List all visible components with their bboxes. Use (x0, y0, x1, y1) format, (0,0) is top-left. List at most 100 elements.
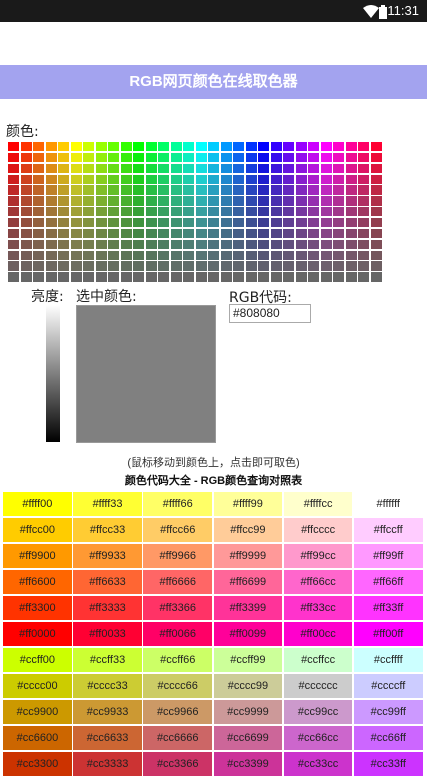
palette-swatch[interactable] (83, 163, 94, 174)
palette-swatch[interactable] (158, 196, 169, 206)
palette-swatch[interactable] (245, 250, 257, 260)
color-code-cell[interactable]: #ff0000 (3, 622, 72, 646)
palette-swatch[interactable] (233, 163, 244, 174)
palette-swatch[interactable] (70, 272, 82, 282)
color-code-cell[interactable]: #ccffff (353, 648, 423, 672)
palette-swatch[interactable] (33, 163, 44, 174)
palette-swatch[interactable] (258, 185, 269, 195)
palette-swatch[interactable] (95, 163, 107, 174)
brightness-slider[interactable] (46, 305, 60, 442)
palette-swatch[interactable] (220, 272, 232, 282)
palette-swatch[interactable] (20, 185, 32, 195)
palette-swatch[interactable] (70, 174, 82, 184)
palette-swatch[interactable] (108, 142, 119, 152)
palette-swatch[interactable] (120, 163, 132, 174)
color-code-cell[interactable]: #cccc00 (3, 674, 72, 698)
palette-swatch[interactable] (295, 250, 307, 260)
palette-swatch[interactable] (20, 250, 32, 260)
palette-swatch[interactable] (45, 217, 57, 228)
palette-swatch[interactable] (233, 152, 244, 163)
palette-swatch[interactable] (258, 272, 269, 282)
palette-swatch[interactable] (20, 228, 32, 239)
palette-swatch[interactable] (33, 152, 44, 163)
palette-swatch[interactable] (83, 142, 94, 152)
palette-swatch[interactable] (145, 196, 157, 206)
palette-swatch[interactable] (158, 239, 169, 249)
palette-swatch[interactable] (370, 272, 382, 282)
palette-swatch[interactable] (308, 196, 319, 206)
color-code-cell[interactable]: #ffff33 (73, 492, 142, 516)
palette-swatch[interactable] (195, 142, 207, 152)
palette-swatch[interactable] (358, 207, 369, 217)
palette-swatch[interactable] (245, 261, 257, 271)
color-code-cell[interactable]: #cc9999 (213, 700, 283, 724)
color-code-cell[interactable]: #ff99cc (283, 544, 353, 568)
palette-swatch[interactable] (70, 207, 82, 217)
color-code-cell[interactable]: #ff00cc (283, 622, 353, 646)
palette-swatch[interactable] (95, 239, 107, 249)
palette-swatch[interactable] (70, 228, 82, 239)
palette-swatch[interactable] (133, 174, 144, 184)
palette-swatch[interactable] (308, 217, 319, 228)
palette-swatch[interactable] (183, 142, 194, 152)
palette-swatch[interactable] (245, 174, 257, 184)
palette-swatch[interactable] (295, 174, 307, 184)
color-code-cell[interactable]: #ffcc33 (73, 518, 142, 542)
palette-swatch[interactable] (83, 272, 94, 282)
palette-swatch[interactable] (220, 174, 232, 184)
color-code-cell[interactable]: #ccffcc (283, 648, 353, 672)
palette-swatch[interactable] (33, 196, 44, 206)
palette-swatch[interactable] (133, 207, 144, 217)
palette-swatch[interactable] (308, 174, 319, 184)
palette-swatch[interactable] (195, 185, 207, 195)
color-code-cell[interactable]: #ff9999 (213, 544, 283, 568)
palette-swatch[interactable] (258, 152, 269, 163)
color-code-cell[interactable]: #cc33cc (283, 752, 353, 776)
palette-swatch[interactable] (295, 217, 307, 228)
palette-swatch[interactable] (358, 239, 369, 249)
palette-swatch[interactable] (58, 185, 69, 195)
color-code-cell[interactable]: #ff9933 (73, 544, 142, 568)
palette-swatch[interactable] (108, 185, 119, 195)
palette-swatch[interactable] (370, 174, 382, 184)
palette-swatch[interactable] (270, 239, 282, 249)
palette-swatch[interactable] (245, 239, 257, 249)
palette-swatch[interactable] (270, 196, 282, 206)
palette-swatch[interactable] (220, 217, 232, 228)
palette-swatch[interactable] (33, 207, 44, 217)
palette-swatch[interactable] (183, 174, 194, 184)
palette-swatch[interactable] (233, 228, 244, 239)
palette-swatch[interactable] (133, 163, 144, 174)
palette-swatch[interactable] (295, 207, 307, 217)
palette-swatch[interactable] (245, 272, 257, 282)
palette-swatch[interactable] (45, 261, 57, 271)
palette-swatch[interactable] (245, 217, 257, 228)
palette-swatch[interactable] (133, 152, 144, 163)
palette-swatch[interactable] (133, 250, 144, 260)
palette-swatch[interactable] (183, 152, 194, 163)
palette-swatch[interactable] (170, 250, 182, 260)
palette-swatch[interactable] (308, 207, 319, 217)
palette-swatch[interactable] (320, 152, 332, 163)
palette-swatch[interactable] (283, 174, 294, 184)
palette-swatch[interactable] (308, 261, 319, 271)
palette-swatch[interactable] (358, 250, 369, 260)
palette-swatch[interactable] (320, 217, 332, 228)
palette-swatch[interactable] (183, 217, 194, 228)
color-code-cell[interactable]: #ff0066 (143, 622, 213, 646)
palette-swatch[interactable] (258, 142, 269, 152)
palette-swatch[interactable] (145, 272, 157, 282)
palette-swatch[interactable] (45, 207, 57, 217)
palette-swatch[interactable] (133, 142, 144, 152)
palette-swatch[interactable] (208, 152, 219, 163)
palette-swatch[interactable] (33, 261, 44, 271)
palette-swatch[interactable] (233, 217, 244, 228)
palette-swatch[interactable] (45, 142, 57, 152)
palette-swatch[interactable] (283, 239, 294, 249)
palette-swatch[interactable] (295, 163, 307, 174)
palette-swatch[interactable] (220, 250, 232, 260)
palette-swatch[interactable] (70, 185, 82, 195)
palette-swatch[interactable] (370, 217, 382, 228)
palette-swatch[interactable] (345, 272, 357, 282)
color-code-cell[interactable]: #ffcc99 (213, 518, 283, 542)
